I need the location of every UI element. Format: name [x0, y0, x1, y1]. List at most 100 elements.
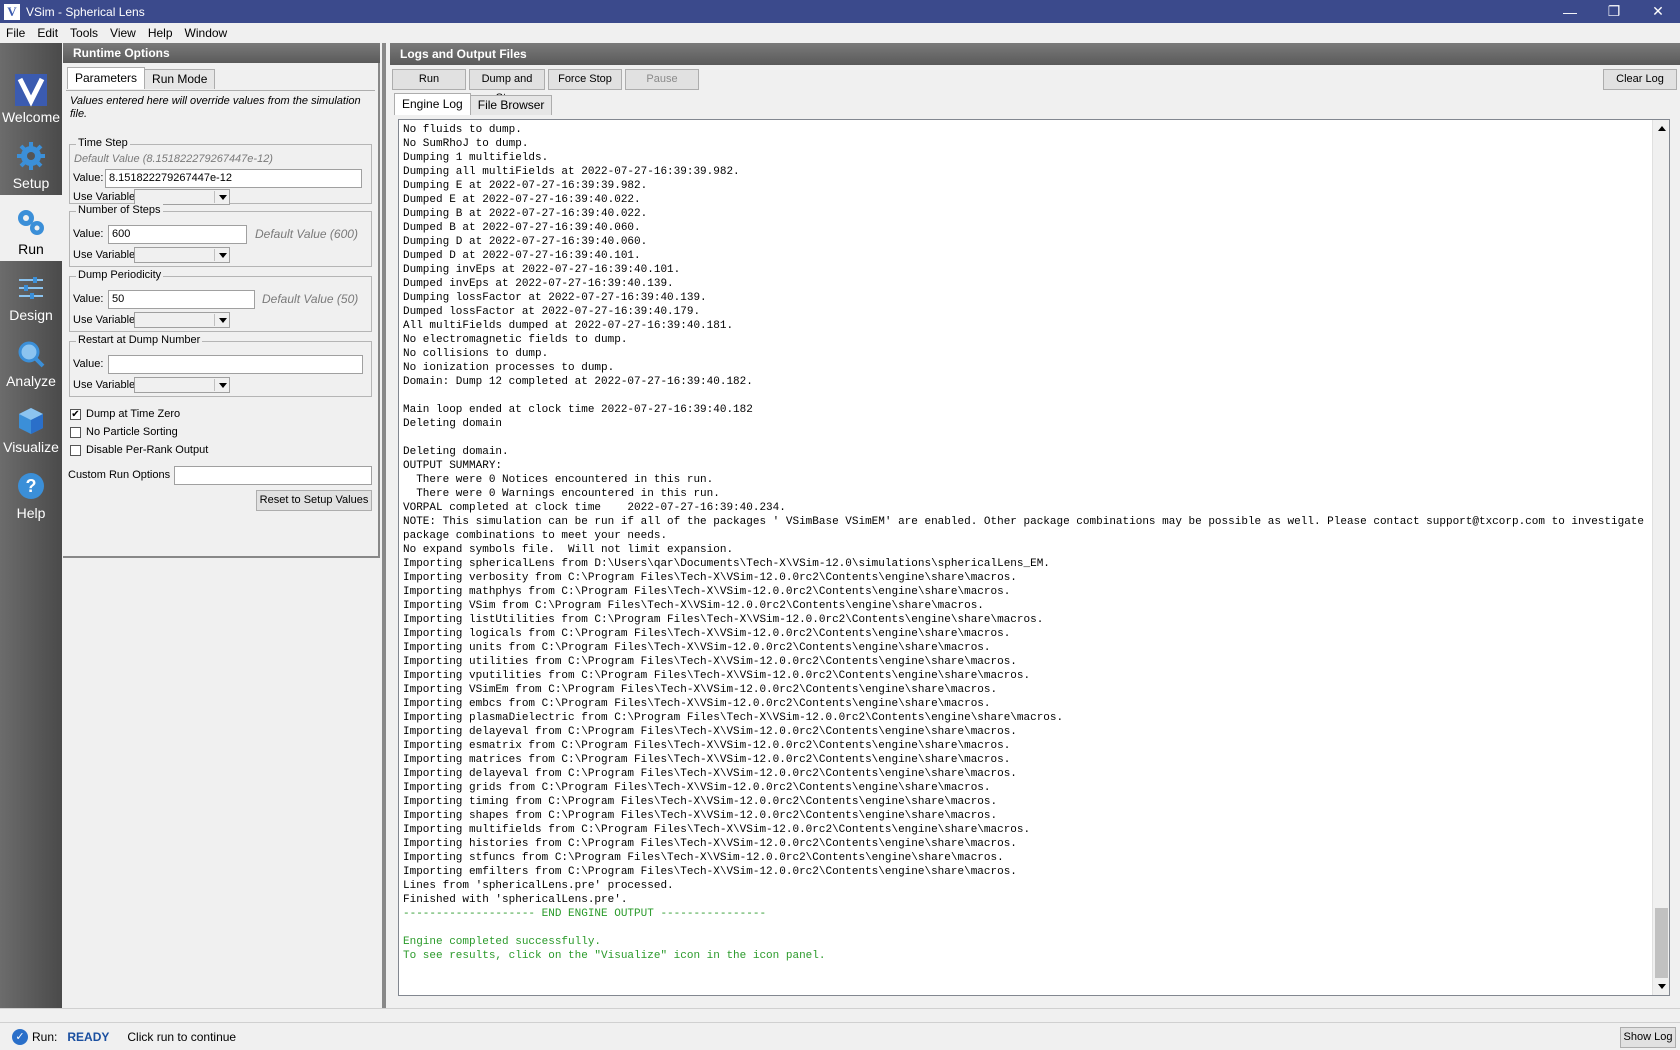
icon-panel-setup[interactable]: Setup	[0, 129, 62, 195]
log-line: There were 0 Warnings encountered in thi…	[403, 488, 720, 500]
dump-periodicity-input[interactable]: 50	[108, 290, 255, 309]
chevron-down-icon	[219, 318, 227, 323]
status-label: Run:	[32, 1029, 58, 1044]
force-stop-button[interactable]: Force Stop	[548, 69, 622, 90]
override-note: Values entered here will override values…	[70, 95, 361, 120]
tab-run-mode[interactable]: Run Mode	[144, 69, 216, 89]
log-line: Importing grids from C:\Program Files\Te…	[403, 782, 991, 794]
chevron-down-icon	[219, 253, 227, 258]
log-line: To see results, click on the "Visualize"…	[403, 950, 826, 962]
time-step-use-variable-select[interactable]	[134, 189, 230, 205]
tab-engine-log[interactable]: Engine Log	[394, 93, 471, 115]
chevron-down-icon	[219, 383, 227, 388]
log-line: Importing matrices from C:\Program Files…	[403, 754, 1011, 766]
icon-label: Help	[16, 505, 46, 521]
logs-panel: Logs and Output Files Run Dump and Stop …	[390, 43, 1680, 1008]
panel-splitter[interactable]	[382, 43, 386, 1008]
no-particle-sorting-checkbox[interactable]: No Particle Sorting	[70, 426, 178, 438]
log-scrollbar[interactable]	[1652, 120, 1669, 995]
checkbox-label: Disable Per-Rank Output	[86, 444, 209, 456]
log-line: Dumping invEps at 2022-07-27-16:39:40.10…	[403, 264, 681, 276]
scroll-down-button[interactable]	[1653, 978, 1670, 995]
tab-file-browser[interactable]: File Browser	[469, 95, 553, 115]
log-line: OUTPUT SUMMARY:	[403, 460, 503, 472]
dump-and-stop-button[interactable]: Dump and Stop	[469, 69, 545, 104]
log-line: Finished with 'sphericalLens.pre'.	[403, 894, 628, 906]
menu-file[interactable]: File	[0, 26, 31, 40]
status-bar: ✓ Run: READY Click run to continue Show …	[0, 1022, 1680, 1050]
time-step-value-input[interactable]: 8.151822279267447e-12	[105, 169, 362, 188]
custom-run-options-label: Custom Run Options	[68, 469, 171, 481]
log-line: No ionization processes to dump.	[403, 362, 615, 374]
custom-run-options-input[interactable]	[174, 466, 372, 485]
pause-button[interactable]: Pause	[625, 69, 699, 90]
log-line: Importing verbosity from C:\Program File…	[403, 572, 1017, 584]
restart-dump-group: Restart at Dump Number Value: Use Variab…	[69, 334, 372, 397]
icon-panel-help[interactable]: ? Help	[0, 459, 62, 525]
log-line: Importing plasmaDielectric from C:\Progr…	[403, 712, 1064, 724]
menu-bar: File Edit Tools View Help Window	[0, 23, 1680, 43]
tab-parameters[interactable]: Parameters	[67, 67, 146, 89]
number-of-steps-group: Number of Steps Value: 600 Default Value…	[69, 204, 372, 267]
log-line: No expand symbols file. Will not limit e…	[403, 544, 734, 556]
menu-edit[interactable]: Edit	[31, 26, 64, 40]
vsim-logo-icon	[14, 73, 48, 107]
icon-panel-welcome[interactable]: Welcome	[0, 63, 62, 129]
restart-dump-input[interactable]	[108, 355, 363, 374]
minimize-button[interactable]: —	[1548, 0, 1592, 23]
menu-help[interactable]: Help	[142, 26, 179, 40]
icon-label: Analyze	[6, 373, 56, 389]
runtime-options-header: Runtime Options	[63, 43, 380, 63]
menu-tools[interactable]: Tools	[64, 26, 104, 40]
icon-panel-design[interactable]: Design	[0, 261, 62, 327]
disable-per-rank-output-checkbox[interactable]: Disable Per-Rank Output	[70, 444, 208, 456]
logs-toolbar: Run Dump and Stop Force Stop Pause Clear…	[390, 65, 1680, 104]
icon-panel-visualize[interactable]: Visualize	[0, 393, 62, 459]
number-of-steps-use-variable-select[interactable]	[134, 247, 230, 263]
icon-panel: Welcome Setup Run Design Analyze Visuali…	[0, 43, 62, 1008]
menu-view[interactable]: View	[104, 26, 142, 40]
log-line: Importing VSimEm from C:\Program Files\T…	[403, 684, 998, 696]
time-step-default: Default Value (8.151822279267447e-12)	[74, 153, 273, 165]
scroll-up-button[interactable]	[1653, 120, 1670, 137]
log-line: Importing embcs from C:\Program Files\Te…	[403, 698, 991, 710]
scroll-thumb[interactable]	[1655, 908, 1668, 978]
run-button[interactable]: Run	[392, 69, 466, 90]
restart-dump-title: Restart at Dump Number	[76, 334, 203, 346]
window-title: VSim - Spherical Lens	[26, 4, 145, 19]
gear-icon	[14, 139, 48, 173]
log-line: VORPAL completed at clock time 2022-07-2…	[403, 502, 786, 514]
log-line: All multiFields dumped at 2022-07-27-16:…	[403, 320, 734, 332]
log-line: Importing listUtilities from C:\Program …	[403, 614, 1044, 626]
number-of-steps-default: Default Value (600)	[255, 227, 358, 241]
restore-button[interactable]: ❐	[1592, 0, 1636, 23]
reset-to-setup-values-button[interactable]: Reset to Setup Values	[256, 490, 372, 511]
time-step-value-label: Value:	[73, 172, 104, 184]
status-message: Click run to continue	[127, 1029, 237, 1044]
restart-dump-use-variable-label: Use Variable:	[73, 379, 139, 391]
log-line: Lines from 'sphericalLens.pre' processed…	[403, 880, 674, 892]
time-step-group: Time Step Default Value (8.1518222792674…	[69, 137, 372, 205]
log-line: Dumping E at 2022-07-27-16:39:39.982.	[403, 180, 648, 192]
checkbox-label: No Particle Sorting	[86, 426, 178, 438]
dump-at-time-zero-checkbox[interactable]: ✔ Dump at Time Zero	[70, 408, 180, 420]
log-line: Importing timing from C:\Program Files\T…	[403, 796, 998, 808]
dump-periodicity-use-variable-select[interactable]	[134, 312, 230, 328]
close-button[interactable]: ✕	[1636, 0, 1680, 23]
restart-dump-use-variable-select[interactable]	[134, 377, 230, 393]
title-bar: V VSim - Spherical Lens — ❐ ✕	[0, 0, 1680, 23]
sliders-icon	[14, 271, 48, 305]
restart-dump-value-label: Value:	[73, 358, 104, 370]
icon-label: Welcome	[1, 109, 61, 125]
clear-log-button[interactable]: Clear Log	[1603, 69, 1677, 90]
chevron-down-icon	[219, 195, 227, 200]
number-of-steps-use-variable-label: Use Variable:	[73, 249, 139, 261]
icon-panel-run[interactable]: Run	[0, 195, 62, 261]
icon-panel-analyze[interactable]: Analyze	[0, 327, 62, 393]
engine-log-area[interactable]: No fluids to dump. No SumRhoJ to dump. Dum…	[398, 119, 1670, 996]
show-log-button[interactable]: Show Log	[1620, 1027, 1676, 1048]
number-of-steps-input[interactable]: 600	[108, 225, 247, 244]
log-line: Dumped D at 2022-07-27-16:39:40.101.	[403, 250, 641, 262]
menu-window[interactable]: Window	[179, 26, 234, 40]
